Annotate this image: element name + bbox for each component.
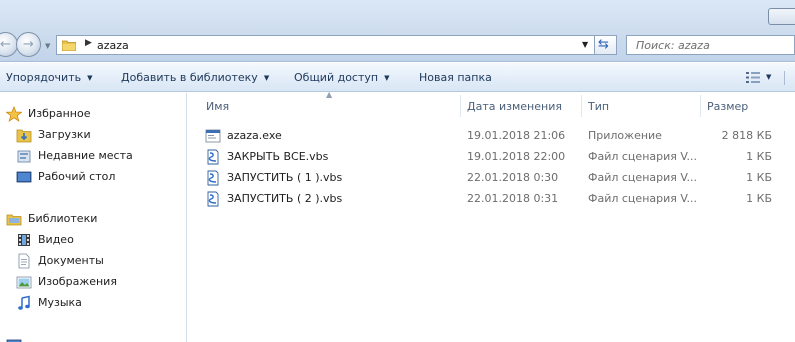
file-name: ЗАПУСТИТЬ ( 1 ).vbs (227, 171, 343, 184)
nav-item-label: Рабочий стол (38, 170, 116, 183)
nav-item-label: Видео (38, 233, 74, 246)
nav-item-video[interactable]: Видео (0, 230, 186, 250)
toolbar-divider (784, 71, 785, 85)
view-options-icon[interactable] (746, 72, 760, 83)
nav-group-libraries[interactable]: Библиотеки (0, 209, 186, 229)
exe-icon (205, 129, 221, 143)
search-input[interactable] (627, 36, 794, 54)
column-header-label: Тип (588, 100, 610, 113)
video-icon (18, 234, 30, 246)
view-options-dropdown-icon[interactable]: ▼ (766, 73, 771, 81)
computer-icon (6, 339, 22, 342)
file-type: Приложение (588, 129, 662, 142)
recent-places-icon (17, 150, 31, 163)
pictures-icon (16, 276, 32, 289)
command-bar: Упорядочить ▼ Добавить в библиотеку ▼ Общи… (0, 63, 795, 92)
column-header-label: Имя (206, 100, 230, 113)
file-date: 22.01.2018 0:30 (467, 171, 559, 184)
add-to-library-label: Добавить в библиотеку (121, 71, 258, 84)
share-button[interactable]: Общий доступ ▼ (294, 71, 389, 84)
new-folder-label: Новая папка (419, 71, 492, 84)
refresh-icon: ⇆ (598, 37, 609, 52)
file-name: ЗАПУСТИТЬ ( 2 ).vbs (227, 192, 343, 205)
forward-button[interactable]: → (16, 32, 41, 57)
nav-item-documents[interactable]: Документы (0, 251, 186, 271)
window-control-button[interactable] (768, 8, 795, 25)
organize-button[interactable]: Упорядочить ▼ (6, 71, 93, 84)
navigation-buttons: ← → (0, 32, 60, 58)
new-folder-button[interactable]: Новая папка (419, 71, 492, 84)
file-type: Файл сценария V... (588, 192, 697, 205)
nav-item-downloads[interactable]: Загрузки (0, 125, 186, 145)
column-header-date[interactable]: Дата изменения (461, 93, 581, 120)
address-bar[interactable]: ▶ azaza ▼ (56, 35, 595, 55)
nav-item-label: Загрузки (38, 128, 91, 141)
file-date: 22.01.2018 0:31 (467, 192, 559, 205)
star-icon (6, 106, 22, 122)
file-size: 2 818 КБ (721, 129, 772, 142)
nav-group-next[interactable] (0, 335, 186, 342)
back-arrow-icon: ← (0, 37, 11, 52)
column-header-type[interactable]: Тип (582, 93, 700, 120)
file-list-pane: ▲ Имя Дата изменения Тип Размер azaza.ex… (188, 90, 795, 342)
nav-item-label: Музыка (38, 296, 82, 309)
chevron-down-icon: ▼ (384, 74, 390, 82)
column-header-label: Размер (707, 100, 749, 113)
file-date: 19.01.2018 22:00 (467, 150, 566, 163)
nav-item-recent-places[interactable]: Недавние места (0, 146, 186, 166)
desktop-icon (16, 171, 32, 183)
file-date: 19.01.2018 21:06 (467, 129, 566, 142)
libraries-icon (6, 214, 22, 226)
vbs-script-icon (207, 149, 219, 165)
column-header-name[interactable]: Имя (188, 93, 460, 120)
vbs-script-icon (207, 191, 219, 207)
file-row[interactable]: ЗАКРЫТЬ ВСЕ.vbs 19.01.2018 22:00 Файл сц… (205, 147, 785, 168)
documents-icon (18, 253, 30, 269)
nav-group-label: Библиотеки (28, 212, 98, 225)
add-to-library-button[interactable]: Добавить в библиотеку ▼ (121, 71, 269, 84)
file-size: 1 КБ (746, 171, 772, 184)
forward-arrow-icon: → (23, 37, 34, 52)
breadcrumb-current-folder[interactable]: azaza (97, 39, 129, 52)
file-name: ЗАКРЫТЬ ВСЕ.vbs (227, 150, 329, 163)
nav-item-label: Недавние места (38, 149, 133, 162)
vbs-script-icon (207, 170, 219, 186)
breadcrumb-chevron-icon[interactable]: ▶ (85, 38, 92, 48)
chevron-down-icon: ▼ (263, 74, 270, 82)
organize-label: Упорядочить (6, 71, 82, 84)
nav-item-label: Изображения (38, 275, 117, 288)
file-row[interactable]: azaza.exe 19.01.2018 21:06 Приложение 2 … (205, 126, 785, 147)
nav-item-pictures[interactable]: Изображения (0, 272, 186, 292)
address-dropdown-icon[interactable]: ▼ (582, 40, 588, 49)
file-name: azaza.exe (227, 129, 282, 142)
file-row[interactable]: ЗАПУСТИТЬ ( 2 ).vbs 22.01.2018 0:31 Файл… (205, 189, 785, 210)
navigation-pane: Избранное Загрузки Недавние места Рабочи… (0, 93, 187, 342)
music-icon (18, 295, 30, 310)
recent-pages-dropdown-icon[interactable]: ▼ (45, 42, 50, 50)
nav-group-favorites[interactable]: Избранное (0, 104, 186, 124)
nav-item-music[interactable]: Музыка (0, 293, 186, 313)
file-type: Файл сценария V... (588, 150, 697, 163)
file-size: 1 КБ (746, 192, 772, 205)
share-label: Общий доступ (294, 71, 379, 84)
nav-item-label: Документы (38, 254, 104, 267)
window-frame: ← → ▼ ▶ azaza ▼ ⇆ (0, 0, 795, 62)
chevron-down-icon: ▼ (87, 74, 93, 82)
nav-item-desktop[interactable]: Рабочий стол (0, 167, 186, 187)
column-header-size[interactable]: Размер (701, 93, 781, 120)
column-header-label: Дата изменения (467, 100, 562, 113)
downloads-icon (16, 129, 32, 143)
file-row[interactable]: ЗАПУСТИТЬ ( 1 ).vbs 22.01.2018 0:30 Файл… (205, 168, 785, 189)
search-box[interactable] (626, 35, 795, 55)
refresh-button[interactable]: ⇆ (595, 35, 617, 55)
nav-group-label: Избранное (28, 107, 91, 120)
file-size: 1 КБ (746, 150, 772, 163)
folder-icon (62, 40, 76, 51)
file-type: Файл сценария V... (588, 171, 697, 184)
